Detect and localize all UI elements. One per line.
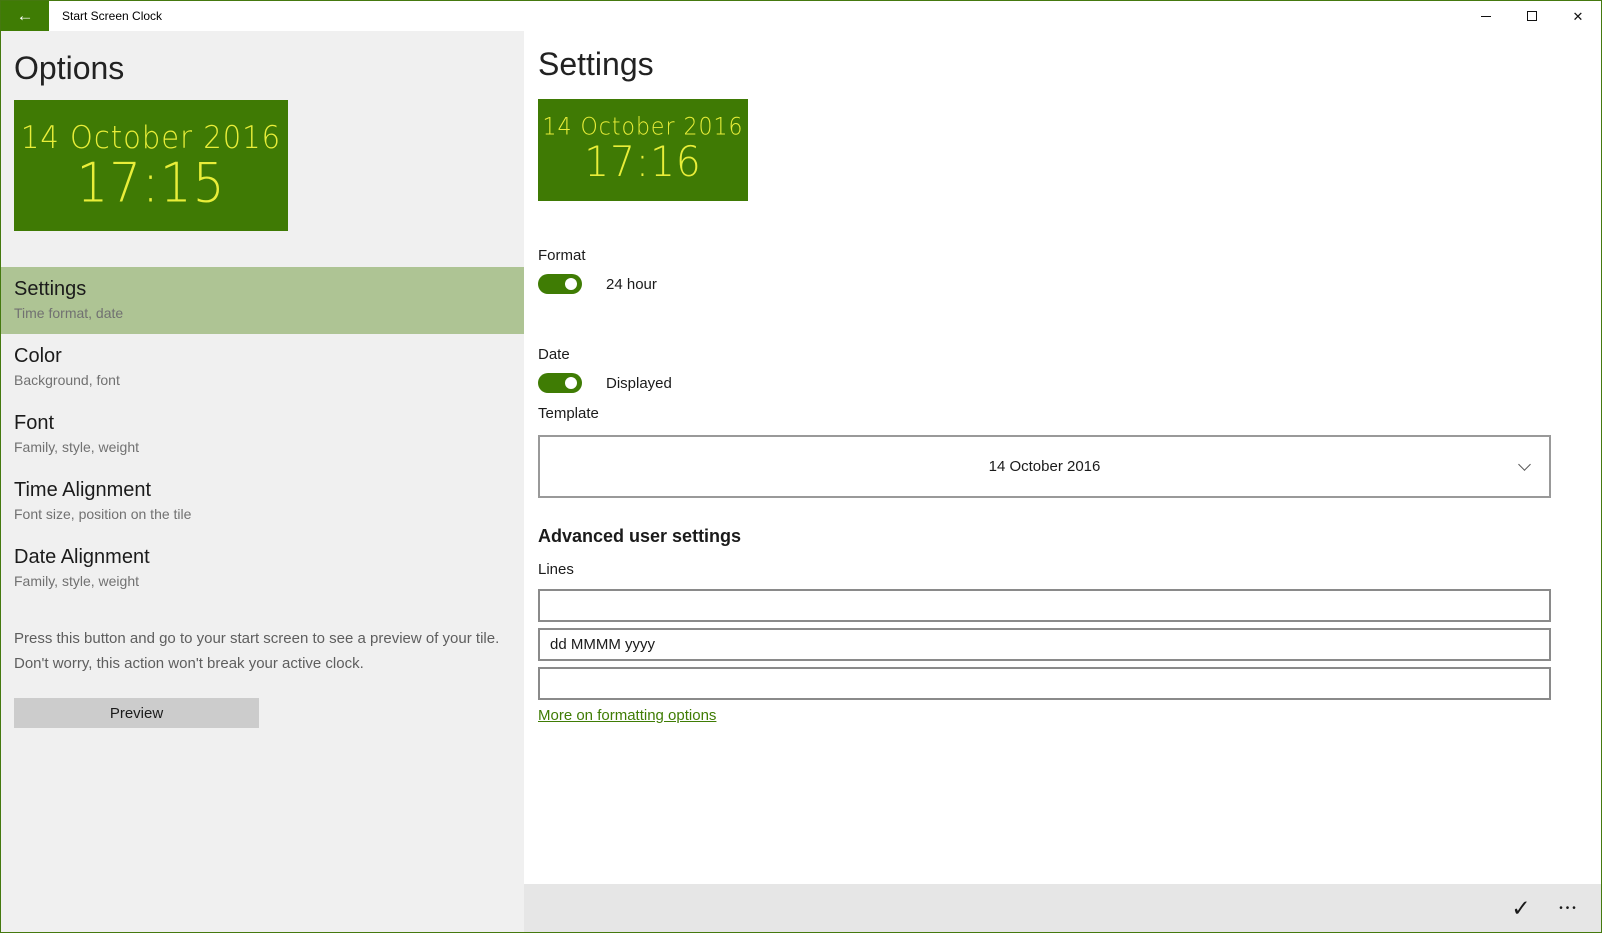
back-button[interactable]: ← xyxy=(1,1,49,31)
nav-item-label: Color xyxy=(14,345,62,367)
nav-item-time-alignment[interactable]: Time Alignment Font size, position on th… xyxy=(1,468,524,535)
toggle-thumb xyxy=(565,377,577,389)
nav-item-date-alignment[interactable]: Date Alignment Family, style, weight xyxy=(1,535,524,602)
clock-tile-preview-small: 14 October 2016 17:16 xyxy=(538,99,748,201)
settings-heading: Settings xyxy=(538,46,654,82)
options-nav: Settings Time format, date Color Backgro… xyxy=(1,267,524,602)
checkmark-icon: ✓ xyxy=(1511,894,1531,921)
maximize-button[interactable] xyxy=(1509,1,1555,31)
maximize-icon xyxy=(1527,11,1537,21)
template-selected-value: 14 October 2016 xyxy=(988,458,1101,475)
chevron-down-icon xyxy=(1518,457,1531,471)
app-window: ← Start Screen Clock ✕ Options 14 Octobe… xyxy=(0,0,1602,933)
nav-item-font[interactable]: Font Family, style, weight xyxy=(1,401,524,468)
nav-item-description: Font size, position on the tile xyxy=(14,506,192,522)
tile-date-text: 14 October 2016 xyxy=(542,114,744,141)
formatting-options-link[interactable]: More on formatting options xyxy=(538,707,716,724)
settings-content: Settings 14 October 2016 17:16 Format 24… xyxy=(524,31,1601,884)
line-3-input[interactable] xyxy=(538,667,1551,700)
template-label: Template xyxy=(538,405,599,422)
command-bar: ✓ ••• xyxy=(524,884,1601,932)
nav-item-description: Background, font xyxy=(14,372,120,388)
more-button[interactable]: ••• xyxy=(1545,884,1593,932)
nav-item-description: Family, style, weight xyxy=(14,573,139,589)
clock-tile-preview-large: 14 October 2016 17:15 xyxy=(14,100,288,231)
nav-item-description: Family, style, weight xyxy=(14,439,139,455)
line-2-input[interactable] xyxy=(538,628,1551,661)
options-pane: Options 14 October 2016 17:15 Settings T… xyxy=(1,31,524,932)
preview-note: Press this button and go to your start s… xyxy=(14,630,500,672)
back-arrow-icon: ← xyxy=(16,6,34,25)
minimize-icon xyxy=(1481,15,1491,17)
format-toggle-value: 24 hour xyxy=(606,275,657,293)
date-toggle-row: Displayed xyxy=(538,373,1551,393)
preview-button[interactable]: Preview xyxy=(14,698,259,728)
nav-item-label: Date Alignment xyxy=(14,546,150,568)
nav-item-settings[interactable]: Settings Time format, date xyxy=(1,267,524,334)
nav-item-label: Font xyxy=(14,412,55,434)
lines-label: Lines xyxy=(538,561,574,578)
nav-item-label: Settings xyxy=(14,278,87,300)
nav-item-description: Time format, date xyxy=(14,305,124,321)
date-toggle[interactable] xyxy=(538,373,582,393)
toggle-thumb xyxy=(565,278,577,290)
options-heading: Options xyxy=(14,50,125,86)
close-button[interactable]: ✕ xyxy=(1555,1,1601,31)
minimize-button[interactable] xyxy=(1463,1,1509,31)
format-label: Format xyxy=(538,247,586,264)
format-toggle-row: 24 hour xyxy=(538,274,1551,294)
date-label: Date xyxy=(538,346,570,363)
window-controls: ✕ xyxy=(1463,1,1601,31)
settings-pane: Settings 14 October 2016 17:16 Format 24… xyxy=(524,31,1601,932)
advanced-settings-heading: Advanced user settings xyxy=(538,526,742,546)
tile-time-text: 17:16 xyxy=(584,138,702,187)
accept-button[interactable]: ✓ xyxy=(1497,884,1545,932)
template-combobox[interactable]: 14 October 2016 xyxy=(538,435,1551,498)
close-icon: ✕ xyxy=(1572,8,1584,24)
nav-item-color[interactable]: Color Background, font xyxy=(1,334,524,401)
tile-time-text: 17:15 xyxy=(76,151,226,214)
nav-item-label: Time Alignment xyxy=(14,479,152,501)
window-title: Start Screen Clock xyxy=(62,9,163,23)
title-bar: ← Start Screen Clock ✕ xyxy=(1,1,1601,31)
format-toggle[interactable] xyxy=(538,274,582,294)
tile-date-text: 14 October 2016 xyxy=(20,118,282,155)
date-toggle-value: Displayed xyxy=(606,374,672,392)
line-1-input[interactable] xyxy=(538,589,1551,622)
ellipsis-icon: ••• xyxy=(1559,902,1579,914)
